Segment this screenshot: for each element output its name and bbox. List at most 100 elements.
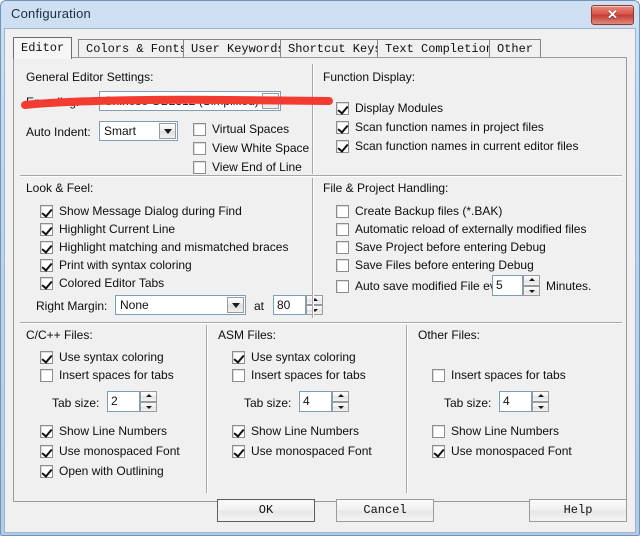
checkbox-label: Virtual Spaces bbox=[212, 122, 290, 136]
checkbox-box[interactable] bbox=[336, 121, 349, 134]
checkbox-label: Use syntax coloring bbox=[59, 350, 164, 364]
checkbox-box[interactable] bbox=[40, 465, 53, 478]
spinner-field[interactable]: 4 bbox=[499, 391, 532, 412]
auto-indent-combo[interactable]: Smart bbox=[99, 121, 178, 141]
spinner-up-icon[interactable] bbox=[306, 295, 323, 305]
other-files-title: Other Files: bbox=[418, 328, 481, 342]
checkbox-label: Display Modules bbox=[355, 101, 444, 115]
checkbox-box[interactable] bbox=[193, 142, 206, 155]
right-margin-at-label: at bbox=[254, 299, 265, 313]
spinner-field[interactable]: 5 bbox=[492, 275, 523, 296]
chevron-down-icon[interactable] bbox=[227, 297, 244, 313]
c-files-title: C/C++ Files: bbox=[26, 328, 93, 342]
checkbox-box[interactable] bbox=[336, 102, 349, 115]
spinner-down-icon[interactable] bbox=[306, 305, 323, 315]
spinner-down-icon[interactable] bbox=[140, 401, 157, 412]
tab-other[interactable]: Other bbox=[489, 39, 542, 58]
spinner-down-icon[interactable] bbox=[332, 401, 349, 412]
spinner-up-icon[interactable] bbox=[140, 391, 157, 402]
file-project-handling-title: File & Project Handling: bbox=[323, 181, 449, 195]
spinner-buttons[interactable] bbox=[306, 295, 323, 315]
right-margin-column-spinner[interactable]: 80 bbox=[273, 295, 323, 315]
checkbox-box[interactable] bbox=[432, 369, 445, 382]
chevron-down-icon[interactable] bbox=[262, 93, 279, 109]
dialog-client-area: Editor Colors & Fonts User Keywords Shor… bbox=[4, 28, 636, 533]
help-button[interactable]: Help bbox=[529, 499, 627, 522]
spinner-value: 2 bbox=[111, 394, 118, 408]
checkbox-label: Insert spaces for tabs bbox=[251, 368, 366, 382]
checkbox-label: Print with syntax coloring bbox=[59, 258, 192, 272]
spinner-buttons[interactable] bbox=[523, 275, 540, 296]
divider-vertical-asm bbox=[206, 325, 208, 493]
spinner-field[interactable]: 2 bbox=[107, 391, 140, 412]
checkbox-label: Show Message Dialog during Find bbox=[59, 204, 242, 218]
checkbox-box[interactable] bbox=[232, 425, 245, 438]
right-margin-combo-value: None bbox=[120, 298, 149, 312]
checkbox-label: Show Line Numbers bbox=[59, 424, 168, 438]
divider-horizontal-1 bbox=[20, 175, 622, 177]
checkbox-box[interactable] bbox=[336, 259, 349, 272]
checkbox-box[interactable] bbox=[40, 351, 53, 364]
spinner-down-icon[interactable] bbox=[532, 401, 549, 412]
title-bar: Configuration ✕ bbox=[1, 1, 639, 29]
checkbox-box[interactable] bbox=[432, 425, 445, 438]
auto-save-minutes-spinner[interactable]: 5 bbox=[492, 275, 540, 296]
checkbox-box[interactable] bbox=[40, 223, 53, 236]
checkbox-box[interactable] bbox=[40, 369, 53, 382]
general-editor-settings-title: General Editor Settings: bbox=[26, 70, 154, 84]
tab-user-keywords[interactable]: User Keywords bbox=[183, 39, 293, 58]
other-tab-size-spinner[interactable]: 4 bbox=[499, 391, 549, 412]
checkbox-box[interactable] bbox=[40, 445, 53, 458]
checkbox-box[interactable] bbox=[232, 445, 245, 458]
checkbox-box[interactable] bbox=[40, 425, 53, 438]
ok-button[interactable]: OK bbox=[217, 499, 315, 522]
cancel-button[interactable]: Cancel bbox=[336, 499, 434, 522]
spinner-buttons[interactable] bbox=[140, 391, 157, 412]
checkbox-box[interactable] bbox=[336, 205, 349, 218]
tab-shortcut-keys[interactable]: Shortcut Keys bbox=[280, 39, 390, 58]
checkbox-box[interactable] bbox=[40, 277, 53, 290]
checkbox-box[interactable] bbox=[336, 280, 349, 293]
checkbox-box[interactable] bbox=[336, 140, 349, 153]
spinner-field[interactable]: 4 bbox=[299, 391, 332, 412]
tab-text-completion[interactable]: Text Completion bbox=[377, 39, 502, 58]
c-tab-size-spinner[interactable]: 2 bbox=[107, 391, 157, 412]
tab-colors-fonts[interactable]: Colors & Fonts bbox=[78, 39, 195, 58]
tab-strip: Editor Colors & Fonts User Keywords Shor… bbox=[13, 37, 627, 59]
spinner-buttons[interactable] bbox=[332, 391, 349, 412]
checkbox-box[interactable] bbox=[40, 259, 53, 272]
checkbox-box[interactable] bbox=[432, 445, 445, 458]
checkbox-label: Show Line Numbers bbox=[251, 424, 360, 438]
chevron-down-icon[interactable] bbox=[159, 123, 176, 139]
divider-vertical-top bbox=[312, 64, 314, 174]
checkbox-box[interactable] bbox=[40, 205, 53, 218]
checkbox-label: Insert spaces for tabs bbox=[59, 368, 174, 382]
right-margin-combo[interactable]: None bbox=[115, 295, 246, 315]
checkbox-label: Save Project before entering Debug bbox=[355, 240, 546, 254]
checkbox-label: Open with Outlining bbox=[59, 464, 164, 478]
spinner-up-icon[interactable] bbox=[532, 391, 549, 402]
spinner-up-icon[interactable] bbox=[523, 275, 540, 286]
checkbox-box[interactable] bbox=[336, 241, 349, 254]
spinner-value: 4 bbox=[303, 394, 310, 408]
checkbox-box[interactable] bbox=[336, 223, 349, 236]
checkbox-box[interactable] bbox=[232, 351, 245, 364]
spinner-buttons[interactable] bbox=[532, 391, 549, 412]
spinner-field[interactable]: 80 bbox=[273, 295, 306, 315]
checkbox-label: Scan function names in project files bbox=[355, 120, 544, 134]
checkbox-label: Automatic reload of externally modified … bbox=[355, 222, 587, 236]
checkbox-box[interactable] bbox=[193, 161, 206, 174]
editor-tab-page: General Editor Settings: Encoding: Chine… bbox=[13, 57, 627, 502]
asm-tab-size-spinner[interactable]: 4 bbox=[299, 391, 349, 412]
checkbox-box[interactable] bbox=[232, 369, 245, 382]
spinner-down-icon[interactable] bbox=[523, 285, 540, 296]
asm-files-title: ASM Files: bbox=[218, 328, 277, 342]
encoding-combo[interactable]: Chinese GB2312 (Simplified) bbox=[99, 91, 281, 111]
close-button[interactable]: ✕ bbox=[591, 5, 634, 25]
spinner-up-icon[interactable] bbox=[332, 391, 349, 402]
checkbox-box[interactable] bbox=[40, 241, 53, 254]
checkbox-label: Use monospaced Font bbox=[451, 444, 572, 458]
checkbox-label: Create Backup files (*.BAK) bbox=[355, 204, 503, 218]
tab-editor[interactable]: Editor bbox=[13, 37, 73, 59]
checkbox-box[interactable] bbox=[193, 123, 206, 136]
